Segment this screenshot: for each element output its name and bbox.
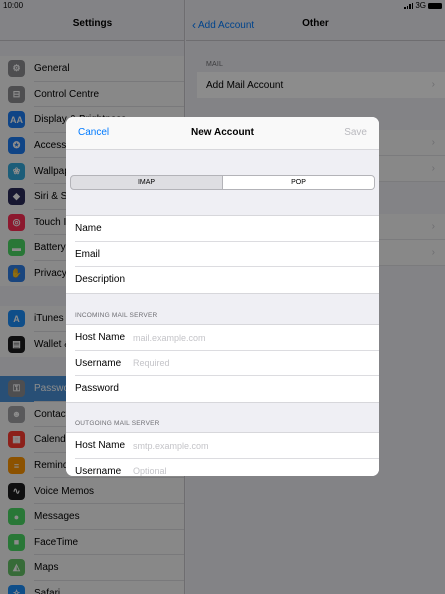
account-name-row: Name <box>66 216 379 242</box>
segment-pop[interactable]: POP <box>222 176 374 189</box>
network-type: 3G <box>415 1 426 10</box>
account-email-label: Email <box>75 248 101 260</box>
outgoing-username-label: Username <box>75 465 122 476</box>
cancel-button[interactable]: Cancel <box>78 127 109 138</box>
battery-status-icon <box>428 2 442 9</box>
incoming-password-row: Password <box>66 376 379 402</box>
incoming-host-name-row: Host Name <box>66 325 379 351</box>
segment-imap[interactable]: IMAP <box>71 176 222 189</box>
account-info-group: Name Email Description <box>66 215 379 294</box>
incoming-server-header: INCOMING MAIL SERVER <box>75 312 158 319</box>
account-name-label: Name <box>75 223 102 235</box>
incoming-password-field[interactable] <box>133 383 333 394</box>
incoming-host-name-field[interactable] <box>133 332 333 343</box>
protocol-segmented-control: IMAP POP <box>70 175 375 190</box>
sheet-title: New Account <box>191 127 254 138</box>
incoming-username-field[interactable] <box>133 358 333 369</box>
account-description-row: Description <box>66 267 379 293</box>
outgoing-host-name-field[interactable] <box>133 440 333 451</box>
outgoing-server-group: Host Name Username <box>66 432 379 476</box>
incoming-username-label: Username <box>75 357 122 369</box>
status-indicators: 3G <box>404 1 442 10</box>
incoming-username-row: Username <box>66 351 379 377</box>
outgoing-username-row: Username <box>66 459 379 476</box>
new-account-sheet: New Account Cancel Save IMAP POP Name Ema… <box>66 117 379 476</box>
account-name-field[interactable] <box>133 223 333 234</box>
account-email-field[interactable] <box>133 249 333 260</box>
account-email-row: Email <box>66 242 379 268</box>
incoming-host-name-label: Host Name <box>75 332 126 344</box>
sheet-header: New Account Cancel Save <box>66 117 379 150</box>
status-bar: 10:00 3G <box>0 0 445 12</box>
incoming-server-group: Host Name Username Password <box>66 324 379 403</box>
incoming-password-label: Password <box>75 383 119 395</box>
account-description-label: Description <box>75 274 126 286</box>
outgoing-host-name-label: Host Name <box>75 440 126 452</box>
signal-icon <box>404 2 414 9</box>
status-time: 10:00 <box>3 1 24 10</box>
outgoing-server-header: OUTGOING MAIL SERVER <box>75 420 160 427</box>
account-description-field[interactable] <box>133 274 333 285</box>
outgoing-host-name-row: Host Name <box>66 433 379 459</box>
save-button[interactable]: Save <box>344 127 367 138</box>
outgoing-username-field[interactable] <box>133 466 333 476</box>
